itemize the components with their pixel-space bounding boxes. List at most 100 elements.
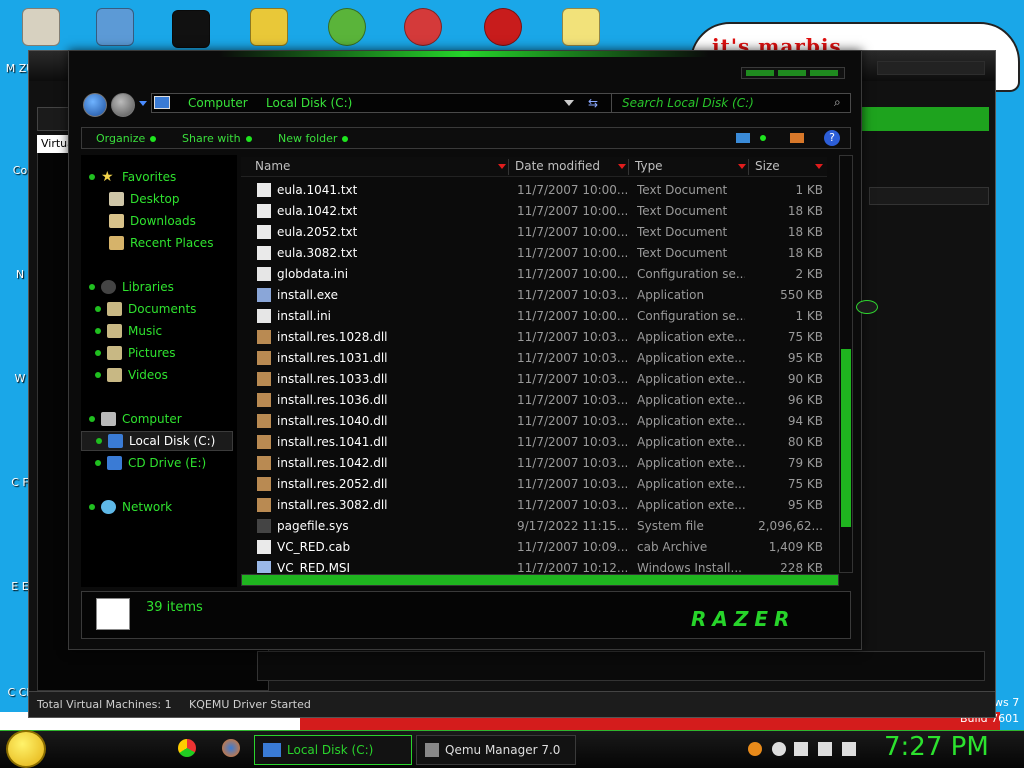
- exe-file-icon: [257, 288, 271, 302]
- chevron-down-icon[interactable]: [564, 100, 574, 106]
- horizontal-scrollbar[interactable]: [241, 574, 839, 586]
- address-bar[interactable]: Computer Local Disk (C:) ⇆: [151, 93, 651, 113]
- file-row[interactable]: install.res.2052.dll 11/7/2007 10:03... Ap…: [241, 474, 827, 495]
- file-row[interactable]: VC_RED.MSI 11/7/2007 10:12... Windows Inst…: [241, 558, 827, 573]
- nav-network[interactable]: Network: [122, 500, 172, 514]
- dll-file-icon: [257, 414, 271, 428]
- nav-music[interactable]: Music: [128, 324, 162, 338]
- nav-videos[interactable]: Videos: [128, 368, 168, 382]
- file-row[interactable]: VC_RED.cab 11/7/2007 10:09... cab Archive 1…: [241, 537, 827, 558]
- file-row[interactable]: install.res.1031.dll 11/7/2007 10:03... Ap…: [241, 348, 827, 369]
- start-button[interactable]: [6, 730, 46, 768]
- share-with-button[interactable]: Share with: [182, 132, 252, 145]
- file-date: 11/7/2007 10:03...: [517, 456, 627, 470]
- cd-drive-icon: [107, 456, 122, 470]
- file-row[interactable]: pagefile.sys 9/17/2022 11:15... System fil…: [241, 516, 827, 537]
- search-tray-icon[interactable]: [748, 742, 762, 756]
- terminal-icon[interactable]: [172, 10, 210, 48]
- column-name[interactable]: Name: [255, 159, 509, 175]
- file-row[interactable]: eula.1042.txt 11/7/2007 10:00... Text Docu…: [241, 201, 827, 222]
- nav-libraries[interactable]: Libraries: [122, 280, 174, 294]
- notepad-icon[interactable]: [96, 8, 134, 46]
- music-icon: [107, 324, 122, 338]
- taskbar-explorer[interactable]: Local Disk (C:): [254, 735, 412, 765]
- close-button[interactable]: [810, 70, 838, 76]
- file-row[interactable]: globdata.ini 11/7/2007 10:00... Configurat…: [241, 264, 827, 285]
- file-row[interactable]: install.res.1041.dll 11/7/2007 10:03... Ap…: [241, 432, 827, 453]
- search-icon[interactable]: ⌕: [834, 95, 841, 110]
- game-icon[interactable]: [328, 8, 366, 46]
- bullet-icon: [95, 460, 101, 466]
- file-row[interactable]: install.res.1040.dll 11/7/2007 10:03... Ap…: [241, 411, 827, 432]
- nav-pictures[interactable]: Pictures: [128, 346, 176, 360]
- breadcrumb-local-disk[interactable]: Local Disk (C:): [266, 96, 352, 110]
- file-name: install.exe: [277, 288, 339, 302]
- pictures-icon: [107, 346, 122, 360]
- file-type: Text Document: [637, 246, 728, 260]
- file-row[interactable]: install.exe 11/7/2007 10:03... Application…: [241, 285, 827, 306]
- computer-icon: [101, 412, 116, 426]
- file-date: 11/7/2007 10:00...: [517, 309, 627, 323]
- breadcrumb-computer[interactable]: Computer: [188, 96, 248, 110]
- nav-local-disk[interactable]: Local Disk (C:): [129, 434, 215, 448]
- file-size: 550 KB: [780, 288, 823, 302]
- file-row[interactable]: install.res.1028.dll 11/7/2007 10:03... Ap…: [241, 327, 827, 348]
- file-date: 11/7/2007 10:03...: [517, 414, 627, 428]
- videos-icon: [107, 368, 122, 382]
- nav-downloads[interactable]: Downloads: [130, 214, 196, 228]
- search-input[interactable]: Search Local Disk (C:) ⌕: [611, 93, 851, 113]
- bullet-icon: [95, 328, 101, 334]
- file-row[interactable]: eula.3082.txt 11/7/2007 10:00... Text Docu…: [241, 243, 827, 264]
- column-size[interactable]: Size: [755, 159, 825, 175]
- network-tray-icon[interactable]: [818, 742, 832, 756]
- file-row[interactable]: install.res.3082.dll 11/7/2007 10:03... Ap…: [241, 495, 827, 516]
- p-icon[interactable]: [404, 8, 442, 46]
- file-row[interactable]: eula.2052.txt 11/7/2007 10:00... Text Docu…: [241, 222, 827, 243]
- explorer-window: Computer Local Disk (C:) ⇆ Search Local …: [68, 50, 862, 650]
- organize-button[interactable]: Organize: [96, 132, 156, 145]
- file-type: Application exte...: [637, 456, 745, 470]
- nav-recent-places[interactable]: Recent Places: [130, 236, 213, 250]
- column-type[interactable]: Type: [635, 159, 749, 175]
- minimize-button[interactable]: [746, 70, 774, 76]
- nav-computer[interactable]: Computer: [122, 412, 182, 426]
- devcpp-icon[interactable]: [484, 8, 522, 46]
- scrollbar-thumb[interactable]: [841, 349, 851, 527]
- iso-icon[interactable]: [562, 8, 600, 46]
- preview-pane-icon[interactable]: [790, 133, 804, 143]
- nav-favorites[interactable]: Favorites: [122, 170, 176, 184]
- folder-icon[interactable]: [22, 8, 60, 46]
- volume-icon[interactable]: [842, 742, 856, 756]
- view-icon[interactable]: [736, 133, 750, 143]
- column-date[interactable]: Date modified: [515, 159, 629, 175]
- maximize-button[interactable]: [778, 70, 806, 76]
- window-controls[interactable]: [741, 67, 845, 79]
- file-size: 79 KB: [787, 456, 823, 470]
- view-dropdown-icon[interactable]: [760, 135, 766, 141]
- nav-desktop[interactable]: Desktop: [130, 192, 180, 206]
- file-row[interactable]: install.res.1033.dll 11/7/2007 10:03... Ap…: [241, 369, 827, 390]
- flag-icon[interactable]: [794, 742, 808, 756]
- nav-documents[interactable]: Documents: [128, 302, 196, 316]
- bullet-icon: [95, 350, 101, 356]
- printer-icon[interactable]: [250, 8, 288, 46]
- minus-tray-icon[interactable]: [772, 742, 786, 756]
- file-row[interactable]: eula.1041.txt 11/7/2007 10:00... Text Docu…: [241, 180, 827, 201]
- file-type: Application exte...: [637, 498, 745, 512]
- chrome-icon[interactable]: [178, 739, 196, 757]
- file-row[interactable]: install.res.1042.dll 11/7/2007 10:03... Ap…: [241, 453, 827, 474]
- file-row[interactable]: install.res.1036.dll 11/7/2007 10:03... Ap…: [241, 390, 827, 411]
- new-folder-button[interactable]: New folder: [278, 132, 348, 145]
- back-button[interactable]: [83, 93, 107, 117]
- recent-pages-icon[interactable]: [139, 101, 147, 106]
- clock[interactable]: 7:27 PM: [884, 732, 989, 762]
- forward-button[interactable]: [111, 93, 135, 117]
- firefox-icon[interactable]: [222, 739, 240, 757]
- taskbar-qemu[interactable]: Qemu Manager 7.0: [416, 735, 576, 765]
- refresh-icon[interactable]: ⇆: [588, 96, 598, 110]
- help-icon[interactable]: ?: [824, 130, 840, 146]
- qemu-window-controls[interactable]: [877, 61, 985, 75]
- nav-cd-drive[interactable]: CD Drive (E:): [128, 456, 206, 470]
- file-row[interactable]: install.ini 11/7/2007 10:00... Configurati…: [241, 306, 827, 327]
- file-type: Text Document: [637, 183, 728, 197]
